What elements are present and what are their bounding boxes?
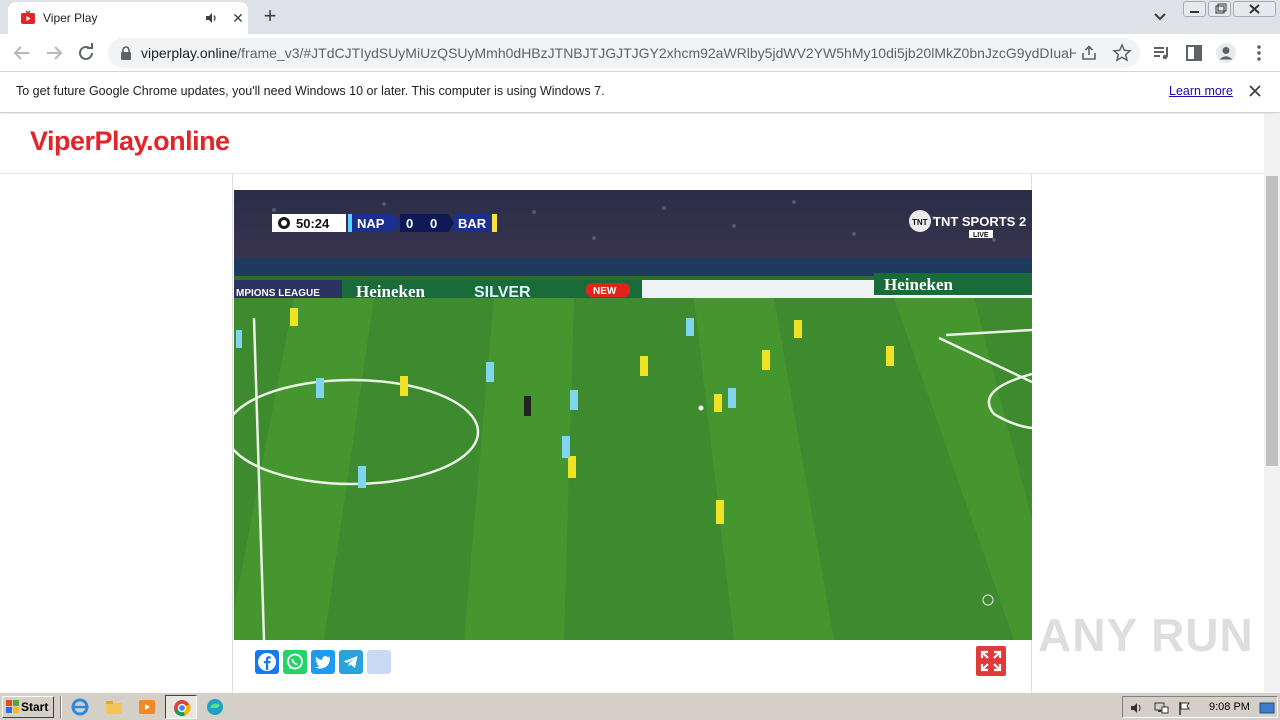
side-panel-icon[interactable]	[1182, 41, 1206, 65]
window-minimize-button[interactable]	[1183, 1, 1206, 17]
home-score: 0	[406, 216, 413, 231]
tab-title: Viper Play	[43, 11, 98, 25]
profile-avatar-icon[interactable]	[1214, 41, 1238, 65]
youtube-tv-icon	[21, 10, 35, 24]
facebook-icon	[258, 653, 276, 671]
page-scrollbar[interactable]	[1264, 114, 1280, 692]
share-icon[interactable]	[1080, 44, 1098, 62]
board-heineken-text-2: Heineken	[884, 275, 953, 294]
new-tab-button[interactable]: +	[258, 5, 282, 28]
tab-viper-play[interactable]: Viper Play ✕	[8, 2, 248, 34]
broadcaster-name: TNT SPORTS 2	[933, 214, 1026, 229]
away-team: BAR	[458, 216, 487, 231]
window-close-button[interactable]	[1233, 1, 1276, 17]
browser-toolbar: viperplay.online/frame_v3/#JTdCJTIydSUyM…	[0, 34, 1280, 72]
site-logo[interactable]: ViperPlay.online	[30, 126, 230, 157]
twitter-icon	[315, 656, 331, 669]
volume-icon[interactable]	[1129, 700, 1145, 716]
url-text[interactable]: viperplay.online/frame_v3/#JTdCJTIydSUyM…	[141, 45, 1076, 61]
edge-icon[interactable]	[205, 697, 225, 717]
update-infobar: To get future Google Chrome updates, you…	[0, 72, 1280, 113]
start-label: Start	[21, 700, 49, 714]
match-clock: 50:24	[296, 216, 330, 231]
infobar-message: To get future Google Chrome updates, you…	[16, 84, 605, 98]
site-header: ViperPlay.online	[0, 114, 1264, 174]
show-desktop-icon[interactable]	[1259, 700, 1275, 716]
reload-icon[interactable]	[74, 41, 98, 65]
svg-text:TNT: TNT	[912, 218, 928, 227]
telegram-share-button[interactable]	[339, 650, 363, 674]
whatsapp-share-button[interactable]	[283, 650, 307, 674]
chrome-taskbar-button[interactable]	[165, 695, 197, 719]
live-badge: LIVE	[973, 232, 989, 239]
more-share-icon	[367, 650, 391, 674]
tab-close-icon[interactable]: ✕	[230, 10, 246, 26]
chrome-menu-icon[interactable]	[1247, 41, 1271, 65]
action-center-flag-icon[interactable]	[1177, 700, 1193, 716]
video-player[interactable]: MPIONS LEAGUE Heineken SILVER NEW Heinek…	[234, 190, 1032, 640]
learn-more-link[interactable]: Learn more	[1169, 84, 1233, 98]
back-arrow-icon[interactable]	[10, 41, 34, 65]
address-bar[interactable]: viperplay.online/frame_v3/#JTdCJTIydSUyM…	[108, 38, 1140, 68]
score-overlay: 50:24 NAP 0 0 BAR	[272, 214, 497, 232]
audio-playing-icon[interactable]	[204, 11, 218, 25]
whatsapp-icon	[287, 653, 303, 670]
taskbar-clock[interactable]: 9:08 PM	[1209, 701, 1250, 713]
internet-explorer-icon[interactable]	[70, 697, 90, 717]
web-page: ViperPlay.online MPIONS LEAGUE Heineken …	[0, 114, 1264, 692]
video-frame: MPIONS LEAGUE Heineken SILVER NEW Heinek…	[234, 190, 1032, 640]
start-button[interactable]: Start	[2, 696, 54, 718]
fullscreen-button[interactable]	[976, 646, 1006, 676]
telegram-icon	[343, 656, 358, 668]
bookmark-star-icon[interactable]	[1112, 43, 1132, 63]
window-restore-button[interactable]	[1208, 1, 1231, 17]
forward-arrow-icon[interactable]	[42, 41, 66, 65]
board-ucl-text: MPIONS LEAGUE	[236, 288, 320, 299]
infobar-close-icon[interactable]	[1247, 83, 1263, 99]
chrome-icon	[174, 700, 191, 717]
tab-strip: Viper Play ✕ +	[0, 0, 1280, 34]
expand-icon	[980, 650, 1002, 672]
windows-logo-icon	[6, 700, 19, 713]
file-explorer-icon[interactable]	[104, 697, 124, 717]
scrollbar-thumb[interactable]	[1266, 176, 1278, 466]
media-player-icon[interactable]	[137, 697, 157, 717]
away-score: 0	[430, 216, 437, 231]
system-tray: 9:08 PM	[1122, 696, 1278, 718]
board-new-text: NEW	[593, 286, 617, 297]
more-share-button[interactable]	[367, 650, 391, 674]
network-icon[interactable]	[1153, 700, 1169, 716]
media-control-icon[interactable]	[1150, 41, 1174, 65]
anyrun-watermark: ANY RUN	[1038, 609, 1254, 661]
home-team: NAP	[357, 216, 385, 231]
windows-taskbar: Start 9:08 PM	[0, 692, 1280, 720]
player-container: MPIONS LEAGUE Heineken SILVER NEW Heinek…	[232, 174, 1032, 692]
facebook-share-button[interactable]	[255, 650, 279, 674]
tab-search-chevron-icon[interactable]	[1150, 8, 1170, 26]
lock-icon[interactable]	[120, 46, 132, 60]
twitter-share-button[interactable]	[311, 650, 335, 674]
